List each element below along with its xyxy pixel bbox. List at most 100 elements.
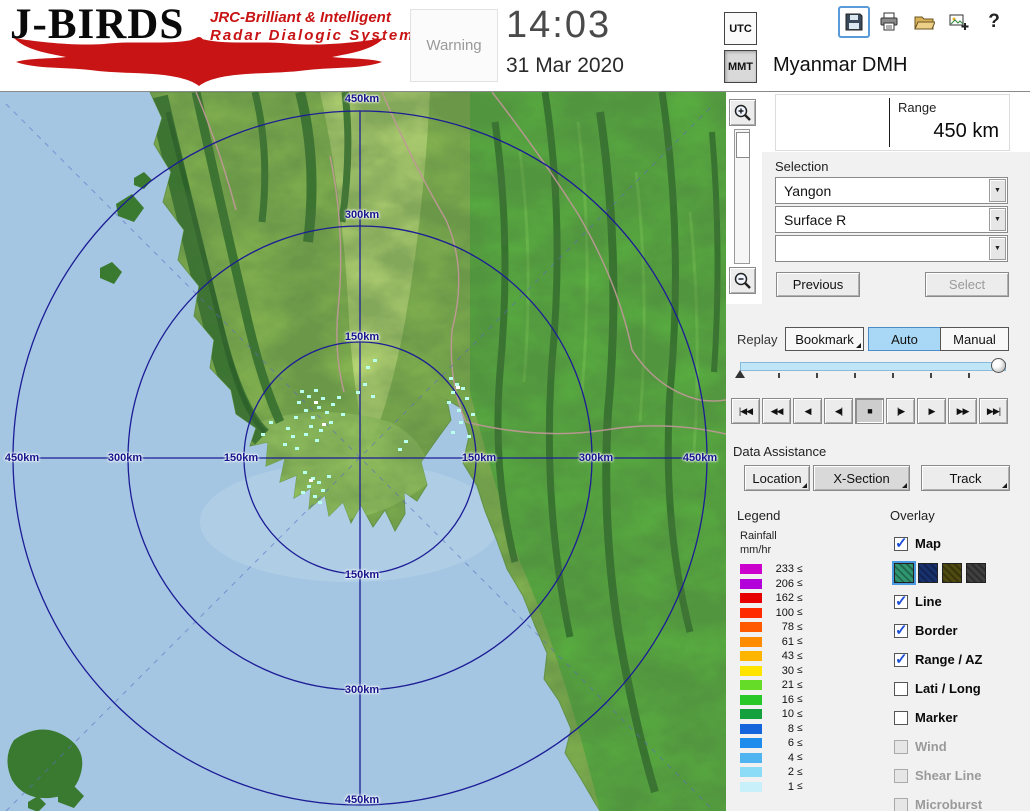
replay-timeline-slider[interactable] [740, 362, 1006, 371]
checkbox-microburst[interactable] [894, 797, 908, 811]
utc-button[interactable]: UTC [724, 12, 757, 45]
print-button[interactable] [873, 6, 905, 38]
playback-play-button[interactable]: ▶ [917, 398, 946, 424]
playback-play-reverse-button[interactable]: ◀ [793, 398, 822, 424]
data-assistance-buttons: Location X-Section Track [744, 465, 1010, 491]
help-button[interactable]: ? [978, 6, 1010, 38]
overlay-label: Marker [915, 710, 958, 725]
overlay-item-range-az[interactable]: Range / AZ [894, 645, 1030, 674]
checkbox-wind[interactable] [894, 739, 908, 754]
checkbox-shear-line[interactable] [894, 768, 908, 783]
overlay-item-marker[interactable]: Marker [894, 703, 1030, 732]
timeline-slider-handle[interactable] [990, 358, 1006, 373]
save-button[interactable] [838, 6, 870, 38]
screen-capture-button[interactable] [943, 6, 975, 38]
checkbox-range-az[interactable] [894, 650, 908, 668]
select-button[interactable]: Select [925, 272, 1009, 297]
jbirds-app: J-BIRDS JRC-Brilliant & Intelligent Rada… [0, 0, 1030, 811]
warning-button[interactable]: Warning [410, 9, 498, 82]
legend-color-swatch [740, 593, 762, 604]
zoom-out-button[interactable] [729, 267, 756, 294]
question-mark-icon: ? [988, 11, 1000, 32]
playback-jump-end-button[interactable]: ▶▶| [979, 398, 1008, 424]
playback-controls: |◀◀ ◀◀ ◀ ◀| ■ |▶ ▶ ▶▶ ▶▶| [731, 398, 1008, 424]
checkbox-map[interactable] [894, 534, 908, 552]
timeline-tick [854, 373, 856, 378]
overlay-item-wind[interactable]: Wind [894, 732, 1030, 761]
auto-replay-button[interactable]: Auto [868, 327, 941, 351]
dropdown-value: Surface R [784, 212, 847, 228]
playback-stop-button[interactable]: ■ [855, 398, 884, 424]
dropdown-arrow-button[interactable]: ▼ [989, 208, 1006, 231]
legend-value: 43 [781, 650, 794, 663]
overlay-label: Microburst [915, 797, 983, 811]
legend-color-swatch [740, 578, 762, 589]
checkbox-lati-long[interactable] [894, 681, 908, 696]
map-zoom-scrollbar[interactable] [734, 129, 750, 264]
playback-fast-forward-button[interactable]: ▶▶ [948, 398, 977, 424]
overlay-item-microburst[interactable]: Microburst [894, 790, 1030, 811]
overlay-label: Line [915, 594, 942, 609]
checkbox-border[interactable] [894, 621, 908, 639]
playback-step-back-button[interactable]: ◀| [824, 398, 853, 424]
overlay-item-line[interactable]: Line [894, 587, 1030, 616]
previous-button[interactable]: Previous [776, 272, 860, 297]
legend-lte-symbol: ≤ [797, 737, 803, 749]
mmt-button[interactable]: MMT [724, 50, 757, 83]
selection-dropdown-1[interactable]: Yangon ▼ [775, 177, 1008, 204]
folder-icon [914, 16, 935, 30]
open-file-button[interactable] [908, 6, 940, 38]
data-assistance-label: Data Assistance [733, 444, 827, 459]
overlay-item-shear-line[interactable]: Shear Line [894, 761, 1030, 790]
playback-fast-rewind-button[interactable]: ◀◀ [762, 398, 791, 424]
eagle-logo-icon [14, 37, 384, 86]
data-assistance-x-section-button[interactable]: X-Section [813, 465, 910, 491]
timeline-ticks [740, 373, 1006, 379]
checkbox-line[interactable] [894, 592, 908, 610]
legend-row: 10 ≤ [740, 707, 803, 722]
map-style-swatch-gray[interactable] [966, 562, 986, 583]
map-style-swatch-navy[interactable] [918, 562, 938, 583]
chevron-down-icon: ▼ [994, 216, 1001, 223]
legend-value: 162 [775, 592, 794, 605]
range-ring-label: 300km [344, 209, 380, 221]
overlay-item-map[interactable]: Map [894, 529, 1030, 558]
radar-display[interactable]: 450km 300km 150km 150km 300km 450km 450km 300km… [0, 92, 726, 811]
map-style-swatch-olive[interactable] [942, 562, 962, 583]
legend-lte-symbol: ≤ [797, 621, 803, 633]
legend-value: 233 [775, 563, 794, 576]
legend-lte-symbol: ≤ [797, 607, 803, 619]
dropdown-value: Yangon [784, 183, 832, 199]
zoom-in-button[interactable] [729, 99, 756, 126]
map-style-swatch-teal[interactable] [892, 560, 916, 585]
bookmark-button[interactable]: Bookmark [785, 327, 864, 351]
logo-tagline-1: JRC-Brilliant & Intelligent [210, 9, 391, 26]
legend-row: 206 ≤ [740, 577, 803, 592]
range-ring-label: 450km [682, 452, 718, 464]
playback-step-forward-button[interactable]: |▶ [886, 398, 915, 424]
overlay-label: Map [915, 536, 941, 551]
floppy-disk-icon [845, 13, 863, 31]
checkbox-marker[interactable] [894, 710, 908, 725]
data-assistance-track-button[interactable]: Track [921, 465, 1010, 491]
overlay-item-lati-long[interactable]: Lati / Long [894, 674, 1030, 703]
manual-replay-button[interactable]: Manual [940, 327, 1009, 351]
playback-jump-start-button[interactable]: |◀◀ [731, 398, 760, 424]
legend-lte-symbol: ≤ [797, 650, 803, 662]
selection-dropdown-3[interactable]: ▼ [775, 235, 1008, 262]
legend-row: 1 ≤ [740, 780, 803, 795]
scrollbar-thumb[interactable] [736, 132, 750, 158]
replay-label: Replay [737, 332, 778, 347]
legend-color-swatch [740, 709, 762, 720]
legend-color-swatch [740, 636, 762, 647]
dropdown-arrow-button[interactable]: ▼ [989, 237, 1006, 260]
legend-scale: 233 ≤206 ≤162 ≤100 ≤78 ≤61 ≤43 ≤30 ≤21 ≤16 ≤10 ≤8 ≤6… [740, 562, 803, 794]
chevron-down-icon: ▼ [994, 187, 1001, 194]
selection-dropdown-2[interactable]: Surface R ▼ [775, 206, 1008, 233]
legend-lte-symbol: ≤ [797, 766, 803, 778]
range-box: Range 450 km [775, 94, 1010, 151]
overlay-item-border[interactable]: Border [894, 616, 1030, 645]
legend-row: 30 ≤ [740, 664, 803, 679]
data-assistance-location-button[interactable]: Location [744, 465, 810, 491]
dropdown-arrow-button[interactable]: ▼ [989, 179, 1006, 202]
